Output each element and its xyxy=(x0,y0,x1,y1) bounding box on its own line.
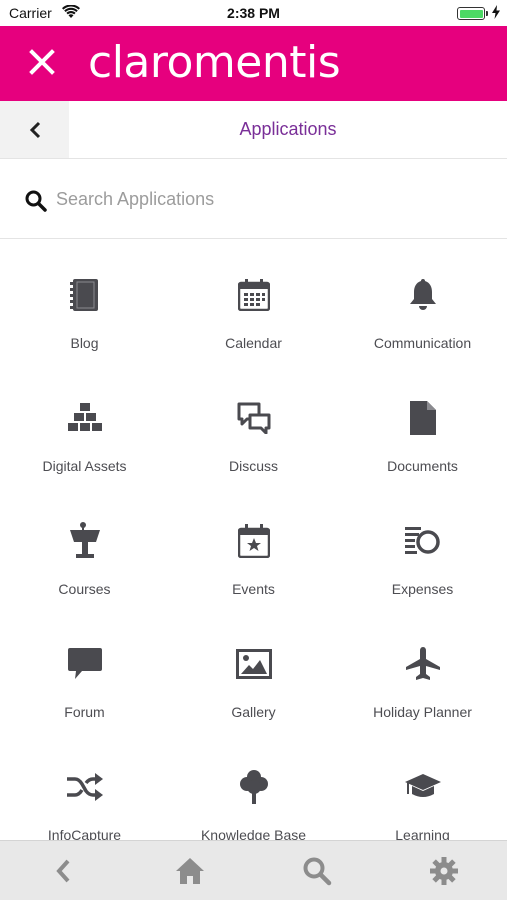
app-label: Blog xyxy=(70,335,99,351)
search-icon xyxy=(303,857,332,886)
app-label: Learning xyxy=(395,827,450,840)
app-label: Digital Assets xyxy=(42,458,127,474)
tab-settings-button[interactable] xyxy=(381,841,507,900)
app-tile-documents[interactable]: Documents xyxy=(338,363,507,486)
search-bar xyxy=(0,159,507,239)
shuffle-icon xyxy=(66,768,104,806)
app-label: Courses xyxy=(58,581,111,597)
app-label: Knowledge Base xyxy=(200,827,307,840)
brand-logo: claromentis xyxy=(88,37,341,88)
app-tile-knowledge-base[interactable]: Knowledge Base xyxy=(169,732,338,840)
charging-bolt-icon xyxy=(492,5,500,19)
app-label: Calendar xyxy=(225,335,282,351)
app-tile-events[interactable]: Events xyxy=(169,486,338,609)
calendar-icon xyxy=(235,276,273,314)
stacked-boxes-icon xyxy=(66,399,104,437)
app-label: Expenses xyxy=(391,581,454,597)
tab-home-button[interactable] xyxy=(127,841,253,900)
app-label: Gallery xyxy=(231,704,276,720)
chat-bubbles-icon xyxy=(235,399,273,437)
app-label: Documents xyxy=(387,458,458,474)
coins-icon xyxy=(404,522,442,560)
tree-icon xyxy=(235,768,273,806)
image-icon xyxy=(235,645,273,683)
app-tile-calendar[interactable]: Calendar xyxy=(169,240,338,363)
page-title: Applications xyxy=(239,119,337,139)
search-icon xyxy=(25,190,47,212)
app-tile-expenses[interactable]: Expenses xyxy=(338,486,507,609)
battery-cap xyxy=(486,11,488,16)
app-tile-discuss[interactable]: Discuss xyxy=(169,363,338,486)
tab-back-button[interactable] xyxy=(0,841,126,900)
home-icon xyxy=(176,858,204,884)
app-label: Holiday Planner xyxy=(373,704,472,720)
search-input[interactable] xyxy=(56,183,476,215)
app-tile-forum[interactable]: Forum xyxy=(0,609,169,732)
app-label: Communication xyxy=(373,335,472,351)
gear-icon xyxy=(430,857,458,885)
calendar-star-icon xyxy=(235,522,273,560)
app-tile-blog[interactable]: Blog xyxy=(0,240,169,363)
app-label: InfoCapture xyxy=(47,827,122,840)
brand-header: claromentis xyxy=(0,26,507,101)
plane-icon xyxy=(404,645,442,683)
chevron-left-icon xyxy=(29,121,40,138)
battery-icon xyxy=(457,7,485,20)
chevron-left-icon xyxy=(56,859,70,883)
page-header: Applications xyxy=(0,101,507,159)
app-tile-holiday-planner[interactable]: Holiday Planner xyxy=(338,609,507,732)
close-button[interactable] xyxy=(20,40,64,84)
lectern-icon xyxy=(66,522,104,560)
status-bar: Carrier 2:38 PM xyxy=(0,0,507,26)
app-tile-gallery[interactable]: Gallery xyxy=(169,609,338,732)
app-tile-learning[interactable]: Learning xyxy=(338,732,507,840)
status-time: 2:38 PM xyxy=(227,5,280,21)
notebook-icon xyxy=(66,276,104,314)
app-tile-courses[interactable]: Courses xyxy=(0,486,169,609)
app-label: Forum xyxy=(64,704,105,720)
speech-bubble-icon xyxy=(66,645,104,683)
back-button[interactable] xyxy=(0,101,69,158)
app-tile-communication[interactable]: Communication xyxy=(338,240,507,363)
applications-grid: Blog Calendar Communication Digital Asse… xyxy=(0,240,507,840)
graduation-cap-icon xyxy=(404,768,442,806)
app-label: Events xyxy=(232,581,275,597)
close-icon xyxy=(29,49,55,75)
app-tile-infocapture[interactable]: InfoCapture xyxy=(0,732,169,840)
tab-search-button[interactable] xyxy=(254,841,380,900)
document-icon xyxy=(404,399,442,437)
app-label: Discuss xyxy=(228,458,278,474)
bell-icon xyxy=(404,276,442,314)
app-tile-digital-assets[interactable]: Digital Assets xyxy=(0,363,169,486)
bottom-tab-bar xyxy=(0,840,507,900)
